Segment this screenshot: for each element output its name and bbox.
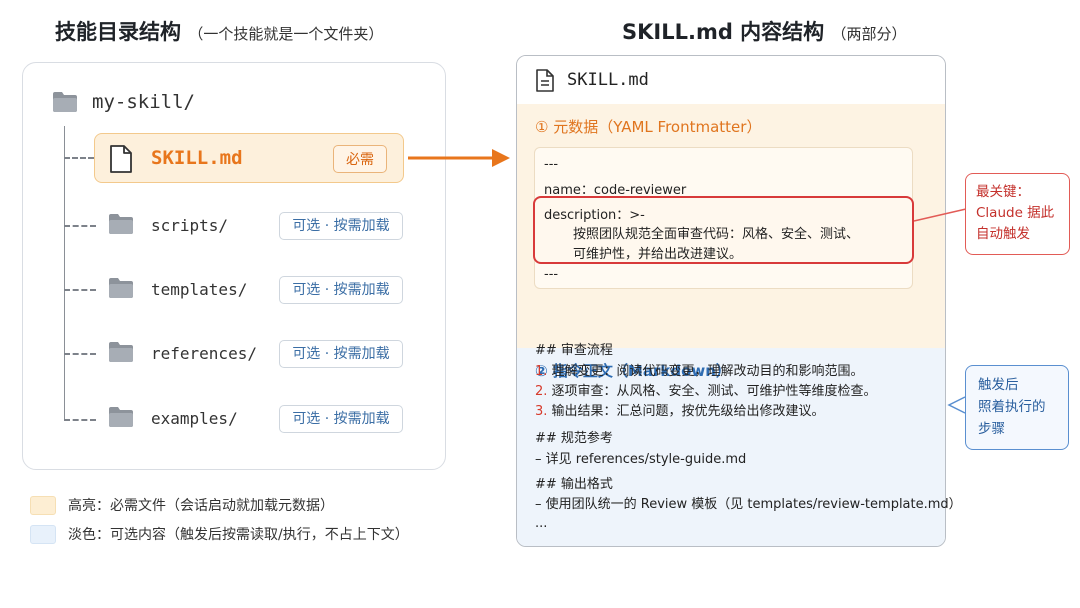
left-subtitle: （一个技能就是一个文件夹）	[188, 25, 384, 43]
root-folder-label: my-skill/	[92, 91, 195, 113]
yaml-description-line: 可维护性，并给出改进建议。	[573, 247, 743, 262]
optional-badge: 可选 · 按需加载	[279, 340, 403, 368]
left-title-text: 技能目录结构	[55, 20, 181, 44]
md-list-item: – 使用团队统一的 Review 模板（见 templates/review-t…	[535, 497, 962, 512]
optional-badge: 可选 · 按需加载	[279, 212, 403, 240]
step-text: 输出结果：汇总问题，按优先级给出修改建议。	[551, 404, 825, 419]
md-step: 2. 逐项审查：从风格、安全、测试、可维护性等维度检查。	[535, 380, 877, 399]
optional-badge: 可选 · 按需加载	[279, 276, 403, 304]
step-number: 3.	[535, 404, 548, 419]
md-step: 3. 输出结果：汇总问题，按优先级给出修改建议。	[535, 400, 825, 419]
legend-swatch-orange	[30, 495, 56, 515]
required-badge: 必需	[333, 145, 387, 173]
left-title: 技能目录结构 （一个技能就是一个文件夹）	[55, 16, 383, 46]
callout-pointer-blue	[947, 396, 966, 414]
right-title: SKILL.md 内容结构 （两部分）	[622, 16, 907, 46]
callout-line: Claude 据此	[976, 205, 1055, 221]
document-icon	[536, 69, 554, 92]
skill-md-file[interactable]: SKILL.md 必需	[94, 133, 404, 183]
yaml-separator: ---	[544, 267, 559, 282]
folder-label: scripts/	[151, 216, 229, 235]
root-folder[interactable]: my-skill/	[52, 88, 195, 116]
yaml-description-key: description：>-	[544, 208, 645, 223]
callout-line: 照着执行的	[978, 399, 1046, 415]
skill-md-label: SKILL.md	[151, 147, 243, 169]
callout-steps-note: 触发后 照着执行的 步骤	[965, 365, 1069, 450]
file-icon	[110, 145, 132, 173]
optional-badge: 可选 · 按需加载	[279, 405, 403, 433]
callout-trigger-note: 最关键： Claude 据此 自动触发	[965, 173, 1070, 255]
md-heading: ## 输出格式	[535, 477, 613, 492]
md-list-item: – 详见 references/style-guide.md	[535, 452, 747, 467]
folder-icon	[109, 407, 133, 427]
folder-icon	[109, 278, 133, 298]
yaml-name-line: name：code-reviewer	[544, 183, 687, 198]
card-title: SKILL.md	[567, 70, 649, 90]
right-title-text: SKILL.md 内容结构	[622, 20, 825, 44]
callout-connector-red	[913, 208, 967, 222]
right-subtitle: （两部分）	[831, 25, 907, 43]
yaml-separator: ---	[544, 157, 559, 172]
legend-swatch-blue	[30, 524, 56, 544]
folder-icon	[109, 342, 133, 362]
legend-text: 淡色：可选内容（触发后按需读取/执行，不占上下文）	[68, 527, 409, 543]
yaml-description-line: 按照团队规范全面审查代码：风格、安全、测试、	[573, 227, 860, 242]
tree-trunk-line	[64, 126, 65, 420]
legend-item-highlight: 高亮：必需文件（会话启动就加载元数据）	[30, 495, 334, 515]
md-step: 1. 理解变更：阅读代码变更，理解改动目的和影响范围。	[535, 360, 864, 379]
md-ellipsis: ...	[535, 516, 548, 531]
md-heading: ## 审查流程	[535, 343, 613, 358]
folder-label: templates/	[151, 280, 248, 299]
step-number: 1.	[535, 364, 548, 379]
step-number: 2.	[535, 384, 548, 399]
folder-icon	[109, 214, 133, 234]
step-text: 逐项审查：从风格、安全、测试、可维护性等维度检查。	[551, 384, 877, 399]
md-heading: ## 规范参考	[535, 431, 613, 446]
callout-line: 自动触发	[976, 226, 1030, 242]
callout-line: 最关键：	[976, 184, 1030, 200]
tree-branch	[64, 157, 94, 159]
card-header: SKILL.md	[517, 56, 945, 105]
tree-branch	[64, 225, 96, 227]
folder-label: examples/	[151, 409, 238, 428]
legend-item-light: 淡色：可选内容（触发后按需读取/执行，不占上下文）	[30, 524, 409, 544]
legend-text: 高亮：必需文件（会话启动就加载元数据）	[68, 498, 334, 514]
folder-label: references/	[151, 344, 257, 363]
tree-branch	[64, 353, 96, 355]
callout-line: 触发后	[978, 377, 1019, 393]
folder-icon	[53, 92, 77, 112]
step-text: 理解变更：阅读代码变更，理解改动目的和影响范围。	[551, 364, 864, 379]
tree-branch	[64, 289, 96, 291]
metadata-heading: ① 元数据（YAML Frontmatter）	[535, 118, 762, 136]
callout-line: 步骤	[978, 421, 1005, 437]
tree-branch	[64, 419, 96, 421]
arrow-right-icon	[408, 149, 510, 167]
